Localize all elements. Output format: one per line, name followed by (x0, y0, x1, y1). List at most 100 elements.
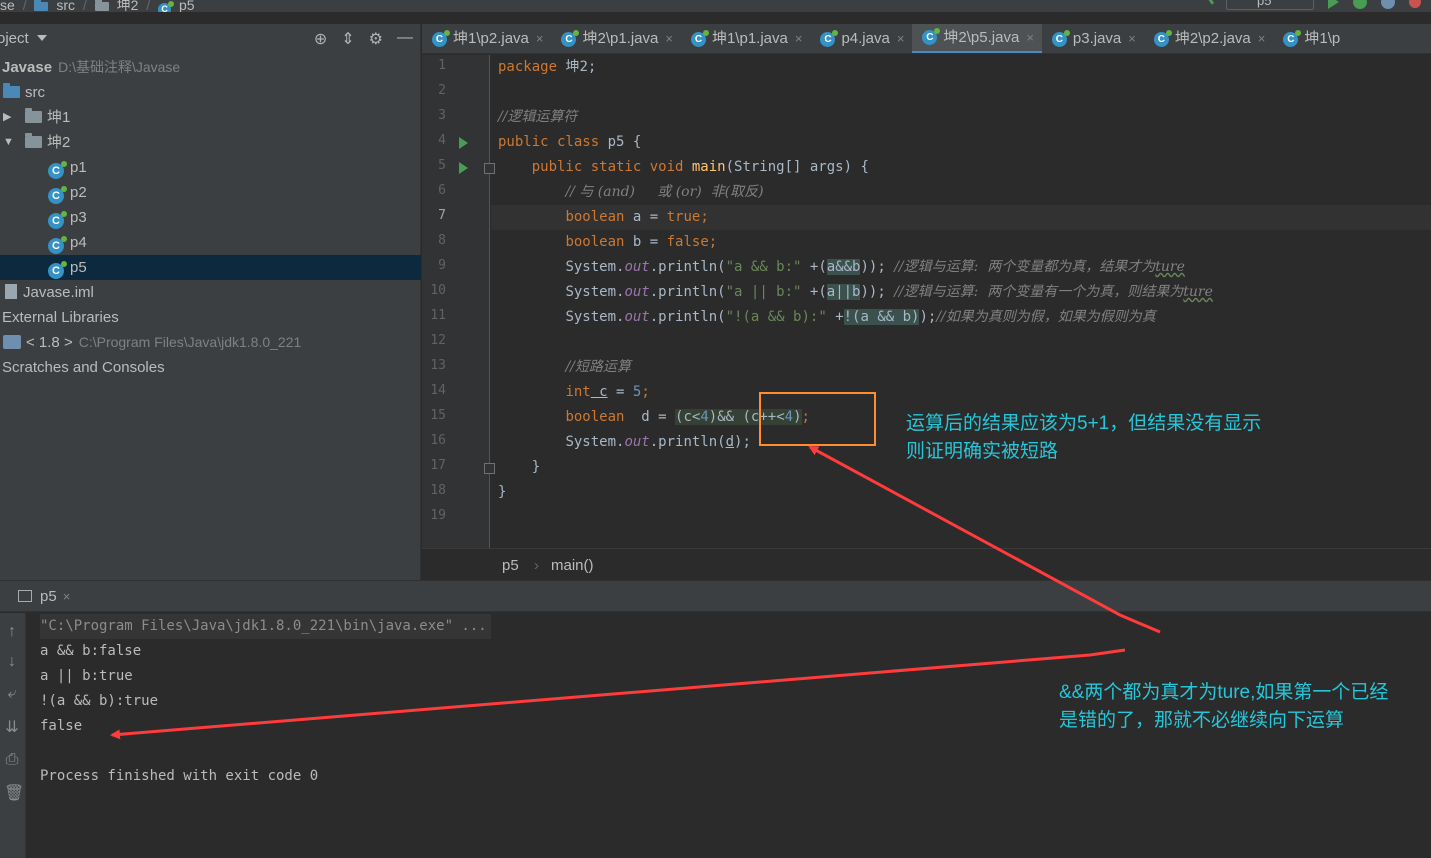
tab-label: 坤1\p2.java (453, 30, 529, 47)
code-line-13[interactable]: //短路运算 (498, 355, 630, 380)
code-highlight: (c< (675, 409, 701, 425)
build-hammer-icon[interactable] (1195, 0, 1215, 11)
code-line-4[interactable]: public class p5 { (498, 130, 641, 155)
close-icon[interactable]: × (536, 24, 544, 53)
tree-item-p2[interactable]: Cp2 (0, 180, 421, 205)
chevron-right-icon[interactable]: ▶ (3, 105, 11, 130)
console-icon (18, 590, 32, 602)
nav-crumb-project[interactable]: se (0, 0, 15, 12)
tab-k2-p2[interactable]: C 坤2\p2.java × (1144, 24, 1273, 53)
tree-item-label: Scratches and Consoles (2, 359, 165, 376)
chevron-down-icon[interactable] (36, 35, 47, 41)
code-line-1[interactable]: package 坤2; (498, 55, 596, 80)
debug-icon[interactable] (1353, 0, 1367, 9)
code-line-17[interactable]: } (498, 455, 540, 480)
tree-item-jdk[interactable]: < 1.8 > C:\Program Files\Java\jdk1.8.0_22… (0, 330, 421, 355)
tab-k2-p1[interactable]: C 坤2\p1.java × (551, 24, 680, 53)
code-line-5[interactable]: public static void main(String[] args) { (498, 155, 869, 180)
profile-icon[interactable] (1409, 0, 1421, 8)
line-number: 12 (430, 333, 446, 348)
close-icon[interactable]: × (1026, 24, 1034, 53)
nav-crumb-package[interactable]: 坤2 (117, 0, 139, 12)
code-line-3[interactable]: //逻辑运算符 (498, 105, 577, 130)
code-token: boolean (565, 234, 625, 250)
line-number: 17 (430, 458, 446, 473)
code-token: a = (624, 209, 667, 225)
chevron-down-icon[interactable]: ▼ (3, 130, 14, 155)
code-line-18[interactable]: } (498, 480, 506, 505)
code-highlight: )&& (708, 409, 743, 425)
tab-k1-p-truncated[interactable]: C 坤1\p (1273, 24, 1348, 53)
code-token: ; (700, 209, 709, 225)
code-line-9[interactable]: System.out.println("a && b:" +(a&&b)); /… (498, 255, 1185, 280)
tree-item-package-1[interactable]: ▶ 坤1 (0, 105, 421, 130)
arrow-up-icon[interactable]: ↑ (4, 623, 20, 641)
tree-item-p5[interactable]: Cp5 (0, 255, 421, 280)
code-token: = (607, 384, 633, 400)
run-toolbar: ↑ ↓ ⤶ ⇊ ⎙ 🗑 (0, 613, 26, 858)
console-output[interactable]: "C:\Program Files\Java\jdk1.8.0_221\bin\… (27, 613, 1431, 858)
close-icon[interactable]: × (63, 589, 71, 604)
editor-gutter[interactable]: 1 2 3 4 5 6 7 8 9 10 11 12 13 14 15 16 1… (422, 55, 495, 548)
code-line-14[interactable]: int c = 5; (498, 380, 649, 405)
tab-k1-p2[interactable]: C 坤1\p2.java × (422, 24, 551, 53)
tree-item-javase[interactable]: Javase D:\基础注释\Javase (0, 55, 421, 80)
tree-item-external-libraries[interactable]: External Libraries (0, 305, 421, 330)
nav-crumb-class[interactable]: p5 (179, 0, 195, 12)
run-tab[interactable]: p5 × (18, 588, 70, 605)
class-icon: C (158, 1, 175, 12)
tree-item-p1[interactable]: Cp1 (0, 155, 421, 180)
arrow-down-icon[interactable]: ↓ (4, 653, 20, 671)
breadcrumb-class[interactable]: p5 (502, 557, 519, 574)
code-string: "!(a && b):" (725, 309, 827, 325)
fold-icon[interactable] (484, 163, 495, 174)
tab-p4[interactable]: Cp4.java × (810, 24, 912, 53)
close-icon[interactable]: × (1128, 24, 1136, 53)
line-number: 9 (438, 258, 446, 273)
nav-crumb-src[interactable]: src (56, 0, 75, 12)
close-icon[interactable]: × (1258, 24, 1266, 53)
code-line-8[interactable]: boolean b = false; (498, 230, 717, 255)
coverage-icon[interactable] (1381, 0, 1395, 9)
collapse-all-icon[interactable]: ⇕ (341, 29, 354, 49)
tree-item-iml[interactable]: Javase.iml (0, 280, 421, 305)
line-number: 14 (430, 383, 446, 398)
tree-item-p4[interactable]: Cp4 (0, 230, 421, 255)
breadcrumb-method[interactable]: main() (551, 557, 594, 574)
run-icon[interactable] (1328, 0, 1339, 9)
run-gutter-icon[interactable] (459, 137, 468, 149)
tab-k1-p1[interactable]: C 坤1\p1.java × (681, 24, 810, 53)
tab-p3[interactable]: Cp3.java × (1042, 24, 1144, 53)
code-highlight: a&&b (826, 259, 861, 275)
code-token: out (624, 434, 650, 450)
run-gutter-icon[interactable] (459, 162, 468, 174)
tree-item-scratches[interactable]: Scratches and Consoles (0, 355, 421, 380)
code-editor[interactable]: 1 2 3 4 5 6 7 8 9 10 11 12 13 14 15 16 1… (422, 55, 1431, 548)
tab-k2-p5[interactable]: C 坤2\p5.java × (912, 24, 1042, 53)
close-icon[interactable]: × (795, 24, 803, 53)
navigation-bar: se / src / 坤2 / C p5 p5 (0, 0, 1431, 12)
close-icon[interactable]: × (665, 24, 673, 53)
tree-item-src[interactable]: src (0, 80, 421, 105)
run-config-select[interactable]: p5 (1226, 0, 1314, 10)
tree-item-p3[interactable]: Cp3 (0, 205, 421, 230)
print-icon[interactable]: ⎙ (4, 751, 20, 769)
code-line-7[interactable]: boolean a = true; (498, 205, 709, 230)
gear-icon[interactable]: ⚙ (369, 29, 383, 49)
trash-icon[interactable]: 🗑 (4, 783, 24, 803)
code-line-6[interactable]: // 与 (and) 或 (or) 非(取反) (498, 180, 763, 205)
code-line-11[interactable]: System.out.println("!(a && b):" +!(a && … (498, 305, 1156, 330)
code-line-16[interactable]: System.out.println(d); (498, 430, 750, 455)
code-line-10[interactable]: System.out.println("a || b:" +(a||b)); /… (498, 280, 1213, 305)
soft-wrap-icon[interactable]: ⤶ (4, 685, 20, 703)
hide-icon[interactable]: — (397, 29, 413, 49)
locate-icon[interactable]: ⊕ (314, 29, 327, 49)
project-view-title[interactable]: roject (0, 30, 29, 47)
annotation-note-2: &&两个都为真才为ture,如果第一个已经 是错的了，那就不必继续向下运算 (1059, 679, 1388, 735)
tree-item-package-2[interactable]: ▼ 坤2 (0, 130, 421, 155)
scroll-to-end-icon[interactable]: ⇊ (4, 717, 20, 737)
fold-icon[interactable] (484, 463, 495, 474)
close-icon[interactable]: × (897, 24, 905, 53)
line-number: 19 (430, 508, 446, 523)
tree-item-path: D:\基础注释\Javase (58, 59, 181, 75)
